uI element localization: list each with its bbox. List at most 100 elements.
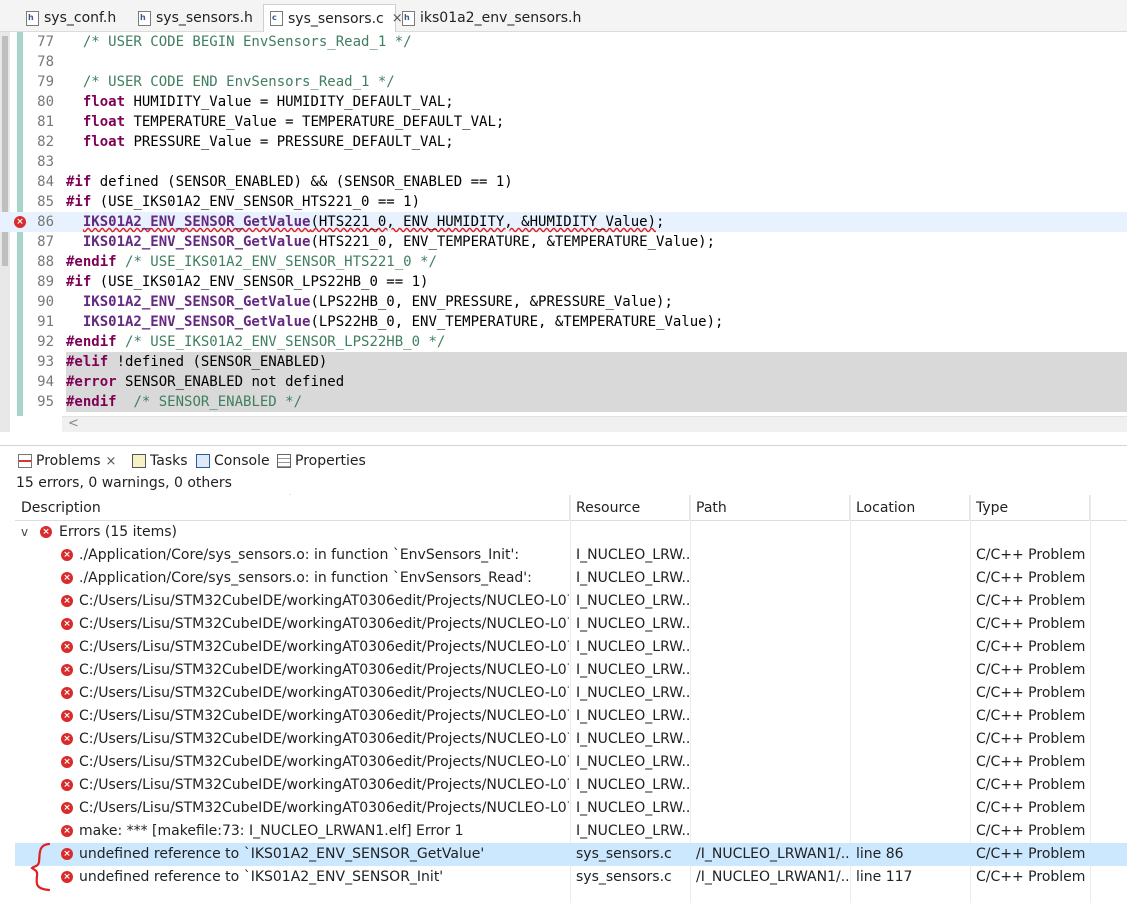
problem-row[interactable]: × C:/Users/Lisu/STM32CubeIDE/workingAT030… [15,751,1127,774]
code-text: #error SENSOR_ENABLED not defined [66,372,1127,392]
code-line[interactable]: 85 #if (USE_IKS01A2_ENV_SENSOR_HTS221_0 =… [0,192,1127,212]
problem-row[interactable]: × C:/Users/Lisu/STM32CubeIDE/workingAT030… [15,590,1127,613]
column-header-type[interactable]: Type [970,495,1090,521]
editor-horizontal-scrollbar[interactable]: < [62,416,1127,432]
problem-row[interactable]: × make: *** [makefile:73: I_NUCLEO_LRWAN1… [15,820,1127,843]
code-line[interactable]: × 86 IKS01A2_ENV_SENSOR_GetValue(HTS221_0… [0,212,1127,232]
problem-row[interactable]: × undefined reference to `IKS01A2_ENV_SEN… [15,843,1127,866]
tab-console[interactable]: Console [196,451,270,471]
problem-row[interactable]: × ./Application/Core/sys_sensors.o: in fu… [15,544,1127,567]
code-token: !defined (SENSOR_ENABLED) [108,354,328,370]
cell-description: C:/Users/Lisu/STM32CubeIDE/workingAT0306… [79,731,569,747]
cell-path [696,774,850,797]
error-icon: × [61,733,73,745]
problem-row[interactable]: × C:/Users/Lisu/STM32CubeIDE/workingAT030… [15,636,1127,659]
tab-sys-sensors-h[interactable]: sys_sensors.h [132,4,253,32]
line-number: 95 [37,394,54,410]
problem-row[interactable]: × C:/Users/Lisu/STM32CubeIDE/workingAT030… [15,774,1127,797]
cell-location [856,820,970,843]
tab-sys-sensors-c[interactable]: sys_sensors.c × [263,4,403,32]
code-line[interactable]: 91 IKS01A2_ENV_SENSOR_GetValue(LPS22HB_0… [0,312,1127,332]
code-token: /* USE_IKS01A2_ENV_SENSOR_HTS221_0 */ [125,254,437,270]
scroll-left-icon[interactable]: < [68,416,79,431]
code-line[interactable]: 92 #endif /* USE_IKS01A2_ENV_SENSOR_LPS22… [0,332,1127,352]
code-text: #if (USE_IKS01A2_ENV_SENSOR_HTS221_0 == … [66,192,1127,212]
code-line[interactable]: 78 [0,52,1127,72]
code-token: float [82,114,126,130]
problem-row[interactable]: × ./Application/Core/sys_sensors.o: in fu… [15,567,1127,590]
code-token: #if [66,274,92,290]
error-icon: × [61,756,73,768]
problem-row[interactable]: × undefined reference to `IKS01A2_ENV_SEN… [15,866,1127,889]
code-line[interactable]: 81 float TEMPERATURE_Value = TEMPERATURE… [0,112,1127,132]
cell-location [856,567,970,590]
error-icon: × [61,848,73,860]
code-text: #if defined (SENSOR_ENABLED) && (SENSOR_… [66,172,1127,192]
problems-group-errors[interactable]: v × Errors (15 items) [15,521,1127,544]
column-header-path[interactable]: Path [690,495,850,521]
cell-location [856,751,970,774]
tab-label: Problems [36,453,101,469]
code-line[interactable]: 84 #if defined (SENSOR_ENABLED) && (SENSO… [0,172,1127,192]
code-line[interactable]: 93 #elif !defined (SENSOR_ENABLED) [0,352,1127,372]
tab-tasks[interactable]: Tasks [132,451,188,471]
problem-row[interactable]: × C:/Users/Lisu/STM32CubeIDE/workingAT030… [15,797,1127,820]
code-line[interactable]: 88 #endif /* USE_IKS01A2_ENV_SENSOR_HTS22… [0,252,1127,272]
code-line[interactable]: 90 IKS01A2_ENV_SENSOR_GetValue(LPS22HB_0… [0,292,1127,312]
problem-row[interactable]: × C:/Users/Lisu/STM32CubeIDE/workingAT030… [15,659,1127,682]
cell-resource: I_NUCLEO_LRW... [576,616,690,632]
code-editor[interactable]: 77 /* USER CODE BEGIN EnvSensors_Read_1 … [0,32,1127,432]
column-header-location[interactable]: Location [850,495,970,521]
tab-problems[interactable]: Problems × [18,451,116,471]
tab-iks01a2-env-sensors-h[interactable]: iks01a2_env_sensors.h [396,4,581,32]
code-line[interactable]: 79 /* USER CODE END EnvSensors_Read_1 */ [0,72,1127,92]
code-token: HUMIDITY_Value = HUMIDITY_DEFAULT_VAL; [125,94,454,110]
code-line[interactable]: 95 #endif /* SENSOR_ENABLED */ [0,392,1127,412]
code-token: (USE_IKS01A2_ENV_SENSOR_HTS221_0 == 1) [91,194,421,210]
cell-path [696,659,850,682]
problem-row[interactable]: × C:/Users/Lisu/STM32CubeIDE/workingAT030… [15,705,1127,728]
code-line[interactable]: 77 /* USER CODE BEGIN EnvSensors_Read_1 … [0,32,1127,52]
problem-row[interactable]: × C:/Users/Lisu/STM32CubeIDE/workingAT030… [15,728,1127,751]
code-line[interactable]: 89 #if (USE_IKS01A2_ENV_SENSOR_LPS22HB_0 … [0,272,1127,292]
column-header-resource[interactable]: Resource [570,495,690,521]
line-number: 91 [37,314,54,330]
code-text: IKS01A2_ENV_SENSOR_GetValue(HTS221_0, EN… [66,212,1127,232]
problem-row[interactable]: × C:/Users/Lisu/STM32CubeIDE/workingAT030… [15,682,1127,705]
code-token: PRESSURE_Value = PRESSURE_DEFAULT_VAL; [125,134,454,150]
code-token: #if [66,174,92,190]
code-token: TEMPERATURE_Value = TEMPERATURE_DEFAULT_… [125,114,505,130]
problem-row[interactable]: × C:/Users/Lisu/STM32CubeIDE/workingAT030… [15,613,1127,636]
code-token: /* USER CODE BEGIN EnvSensors_Read_1 */ [82,34,412,50]
column-header-description[interactable]: Description [15,495,570,521]
code-line[interactable]: 80 float HUMIDITY_Value = HUMIDITY_DEFAU… [0,92,1127,112]
cell-path [696,682,850,705]
line-number: 90 [37,294,54,310]
tab-sys-conf-h[interactable]: sys_conf.h [20,4,116,32]
code-text: IKS01A2_ENV_SENSOR_GetValue(HTS221_0, EN… [66,232,1127,252]
cell-path: /I_NUCLEO_LRWAN1/... [696,846,850,862]
code-token: #endif [66,254,117,270]
code-line[interactable]: 83 [0,152,1127,172]
cell-type: C/C++ Problem [976,869,1086,885]
code-token: (USE_IKS01A2_ENV_SENSOR_LPS22HB_0 == 1) [91,274,429,290]
close-icon[interactable]: × [106,454,117,469]
tasks-icon [132,454,146,468]
cell-resource: I_NUCLEO_LRW... [576,823,690,839]
tab-properties[interactable]: Properties [277,451,366,471]
code-text: #elif !defined (SENSOR_ENABLED) [66,352,1127,372]
code-line[interactable]: 82 float PRESSURE_Value = PRESSURE_DEFAU… [0,132,1127,152]
line-number: 80 [37,94,54,110]
tab-label: sys_sensors.h [156,10,253,26]
code-line[interactable]: 94 #error SENSOR_ENABLED not defined [0,372,1127,392]
cell-resource: I_NUCLEO_LRW... [576,570,690,586]
chevron-down-icon[interactable]: v [21,521,28,544]
code-line[interactable]: 87 IKS01A2_ENV_SENSOR_GetValue(HTS221_0,… [0,232,1127,252]
code-token: (HTS221_0, ENV_HUMIDITY, &HUMIDITY_Value… [310,214,657,230]
